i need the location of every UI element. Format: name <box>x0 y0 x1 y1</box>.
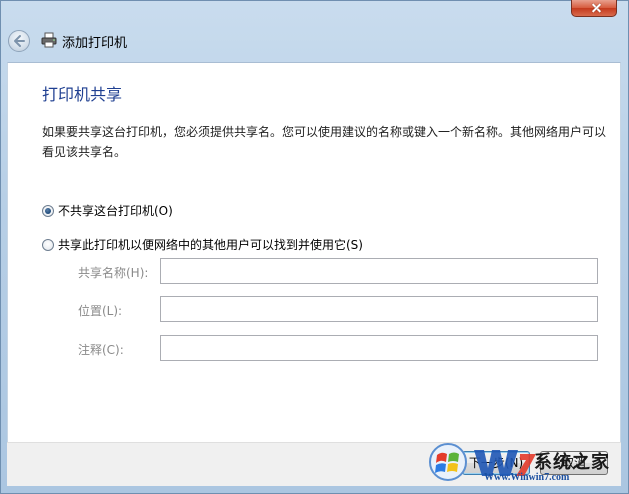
share-name-label: 共享名称(H): <box>78 266 149 280</box>
radio-button-checked[interactable] <box>42 204 54 217</box>
close-button[interactable] <box>571 0 617 17</box>
watermark-text: 系统之家 <box>534 452 610 473</box>
comment-label: 注释(C): <box>78 343 124 357</box>
radio-no-share[interactable]: 不共享这台打印机(O) <box>42 202 173 219</box>
comment-input[interactable] <box>160 335 598 361</box>
location-label: 位置(L): <box>78 304 123 318</box>
page-description: 如果要共享这台打印机，您必须提供共享名。您可以使用建议的名称或键入一个新名称。其… <box>42 125 607 159</box>
location-input[interactable] <box>160 296 598 322</box>
radio-share[interactable]: 共享此打印机以便网络中的其他用户可以找到并使用它(S) <box>42 236 363 253</box>
window-title: 添加打印机 <box>62 36 128 51</box>
page-heading: 打印机共享 <box>42 85 123 104</box>
back-arrow-icon <box>14 35 25 47</box>
radio-label: 不共享这台打印机(O) <box>58 204 173 218</box>
back-button[interactable] <box>8 30 30 52</box>
radio-button[interactable] <box>42 238 54 251</box>
share-name-input[interactable] <box>160 258 598 284</box>
watermark-url: Www.Winwin7.com <box>484 472 570 483</box>
printer-icon <box>41 32 57 48</box>
radio-label: 共享此打印机以便网络中的其他用户可以找到并使用它(S) <box>58 238 363 252</box>
